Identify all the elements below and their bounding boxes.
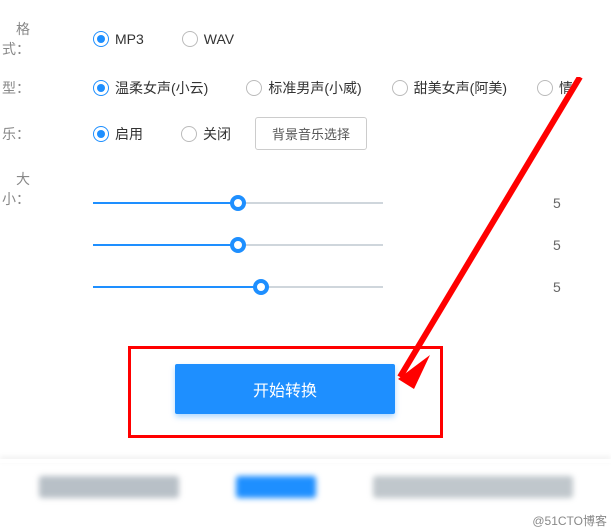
radio-label: 关闭 bbox=[203, 124, 231, 144]
slider-track-active bbox=[93, 286, 261, 288]
radio-voice-2[interactable]: 标准男声(小威) bbox=[246, 78, 361, 98]
radio-label: MP3 bbox=[115, 31, 144, 47]
voice-options: 温柔女声(小云) 标准男声(小威) 甜美女声(阿美) 情 bbox=[93, 78, 573, 98]
radio-wav[interactable]: WAV bbox=[182, 31, 234, 47]
radio-label: 甜美女声(阿美) bbox=[414, 78, 507, 98]
label-voice-type: 型： bbox=[0, 78, 38, 98]
slider-track-active bbox=[93, 244, 238, 246]
slider-knob[interactable] bbox=[253, 279, 269, 295]
slider-track-rest bbox=[261, 286, 383, 288]
blurred-block bbox=[236, 476, 316, 498]
slider-track-rest bbox=[238, 244, 383, 246]
radio-icon bbox=[182, 31, 198, 47]
slider-knob[interactable] bbox=[230, 195, 246, 211]
radio-bgm-enable[interactable]: 启用 bbox=[93, 124, 143, 144]
bgm-options: 启用 关闭 背景音乐选择 bbox=[93, 117, 367, 150]
radio-voice-1[interactable]: 温柔女声(小云) bbox=[93, 78, 208, 98]
row-format: 格式： MP3 WAV bbox=[0, 19, 611, 59]
slider-row-1: 5 bbox=[93, 195, 611, 211]
radio-label: 温柔女声(小云) bbox=[115, 78, 208, 98]
slider-track-active bbox=[93, 202, 238, 204]
bottom-strip bbox=[0, 463, 611, 511]
radio-mp3[interactable]: MP3 bbox=[93, 31, 144, 47]
slider-row-2: 5 bbox=[93, 237, 611, 253]
slider-2[interactable] bbox=[93, 237, 383, 253]
slider-value-1: 5 bbox=[553, 195, 561, 211]
radio-icon bbox=[93, 80, 109, 96]
slider-row-3: 5 bbox=[93, 279, 611, 295]
radio-icon bbox=[181, 126, 197, 142]
watermark: @51CTO博客 bbox=[532, 512, 607, 529]
radio-icon bbox=[537, 80, 553, 96]
radio-icon bbox=[93, 31, 109, 47]
annotation-highlight-box bbox=[128, 346, 443, 438]
radio-voice-4[interactable]: 情 bbox=[537, 78, 573, 98]
radio-voice-3[interactable]: 甜美女声(阿美) bbox=[392, 78, 507, 98]
label-size: 大小： bbox=[0, 169, 38, 209]
radio-label: 启用 bbox=[115, 124, 143, 144]
row-voice-type: 型： 温柔女声(小云) 标准男声(小威) 甜美女声(阿美) 情 bbox=[0, 78, 611, 98]
bgm-select-button[interactable]: 背景音乐选择 bbox=[255, 117, 367, 150]
radio-label: 情 bbox=[559, 78, 573, 98]
slider-3[interactable] bbox=[93, 279, 383, 295]
radio-icon bbox=[392, 80, 408, 96]
blurred-block bbox=[373, 476, 573, 498]
radio-icon bbox=[246, 80, 262, 96]
radio-label: 标准男声(小威) bbox=[268, 78, 361, 98]
slider-1[interactable] bbox=[93, 195, 383, 211]
label-bgm: 乐： bbox=[0, 124, 38, 144]
slider-knob[interactable] bbox=[230, 237, 246, 253]
radio-bgm-disable[interactable]: 关闭 bbox=[181, 124, 231, 144]
slider-track-rest bbox=[238, 202, 383, 204]
slider-value-3: 5 bbox=[553, 279, 561, 295]
blurred-block bbox=[39, 476, 179, 498]
label-format: 格式： bbox=[0, 19, 38, 59]
radio-label: WAV bbox=[204, 31, 234, 47]
slider-value-2: 5 bbox=[553, 237, 561, 253]
row-bgm: 乐： 启用 关闭 背景音乐选择 bbox=[0, 117, 611, 150]
format-options: MP3 WAV bbox=[93, 31, 272, 47]
radio-icon bbox=[93, 126, 109, 142]
